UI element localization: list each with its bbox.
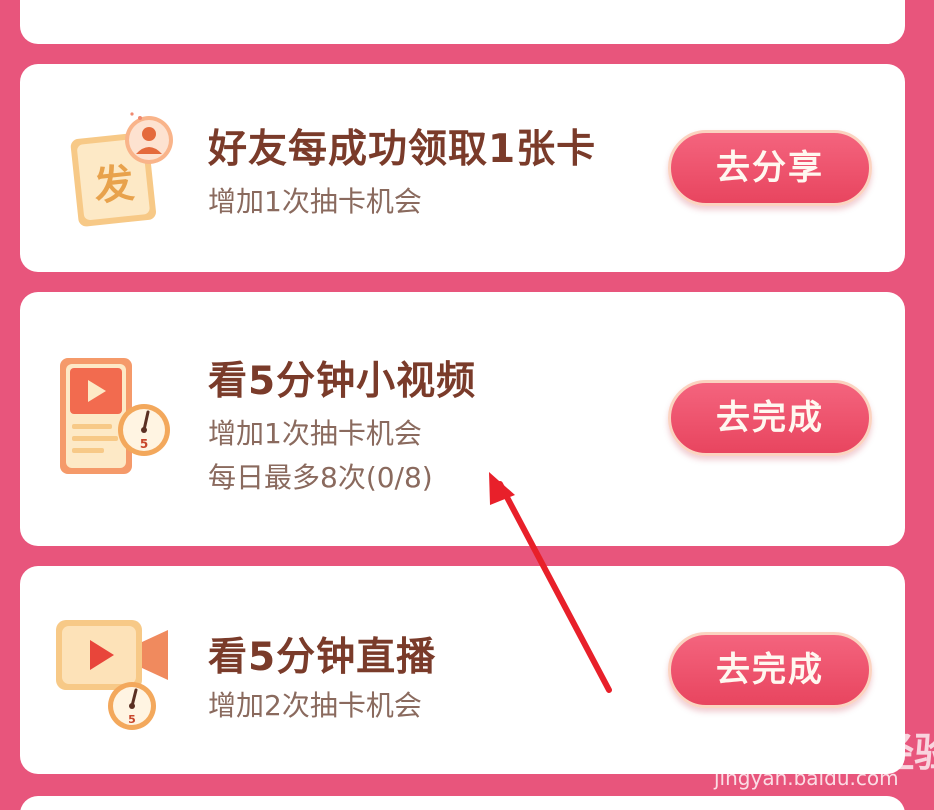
svg-text:5: 5 [140,437,148,451]
svg-text:发: 发 [92,160,137,210]
task-subtitle: 增加1次抽卡机会 [208,185,422,218]
task-daily-limit: 每日最多8次(0/8) [208,461,433,494]
task-list-page: 发 好友每成功领取1张卡 增加1次抽卡机会 去分享 5 看5分钟小视频 增加1次… [0,0,934,810]
task-title: 看5分钟直播 [208,635,437,680]
task-title: 好友每成功领取1张卡 [208,127,597,172]
watermark-url: jingyan.baidu.com [714,766,899,790]
task-subtitle: 增加1次抽卡机会 [208,417,422,450]
task-card-partial-top [20,0,905,44]
task-card-partial-bottom [20,796,905,810]
complete-button[interactable]: 去完成 [668,380,872,456]
red-envelope-share-icon: 发 [70,112,173,227]
task-subtitle: 增加2次抽卡机会 [208,689,422,722]
live-camera-timer-icon: 5 [56,620,168,730]
task-card-share: 发 好友每成功领取1张卡 增加1次抽卡机会 去分享 [20,64,905,272]
task-card-short-video: 5 看5分钟小视频 增加1次抽卡机会 每日最多8次(0/8) 去完成 [20,292,905,546]
svg-text:5: 5 [128,713,136,726]
share-button[interactable]: 去分享 [668,130,872,206]
complete-button[interactable]: 去完成 [668,632,872,708]
video-timer-icon: 5 [60,358,170,474]
task-title: 看5分钟小视频 [208,359,477,404]
baidu-jingyan-watermark: Bai du 经验 jingyan.baidu.com [700,714,934,794]
